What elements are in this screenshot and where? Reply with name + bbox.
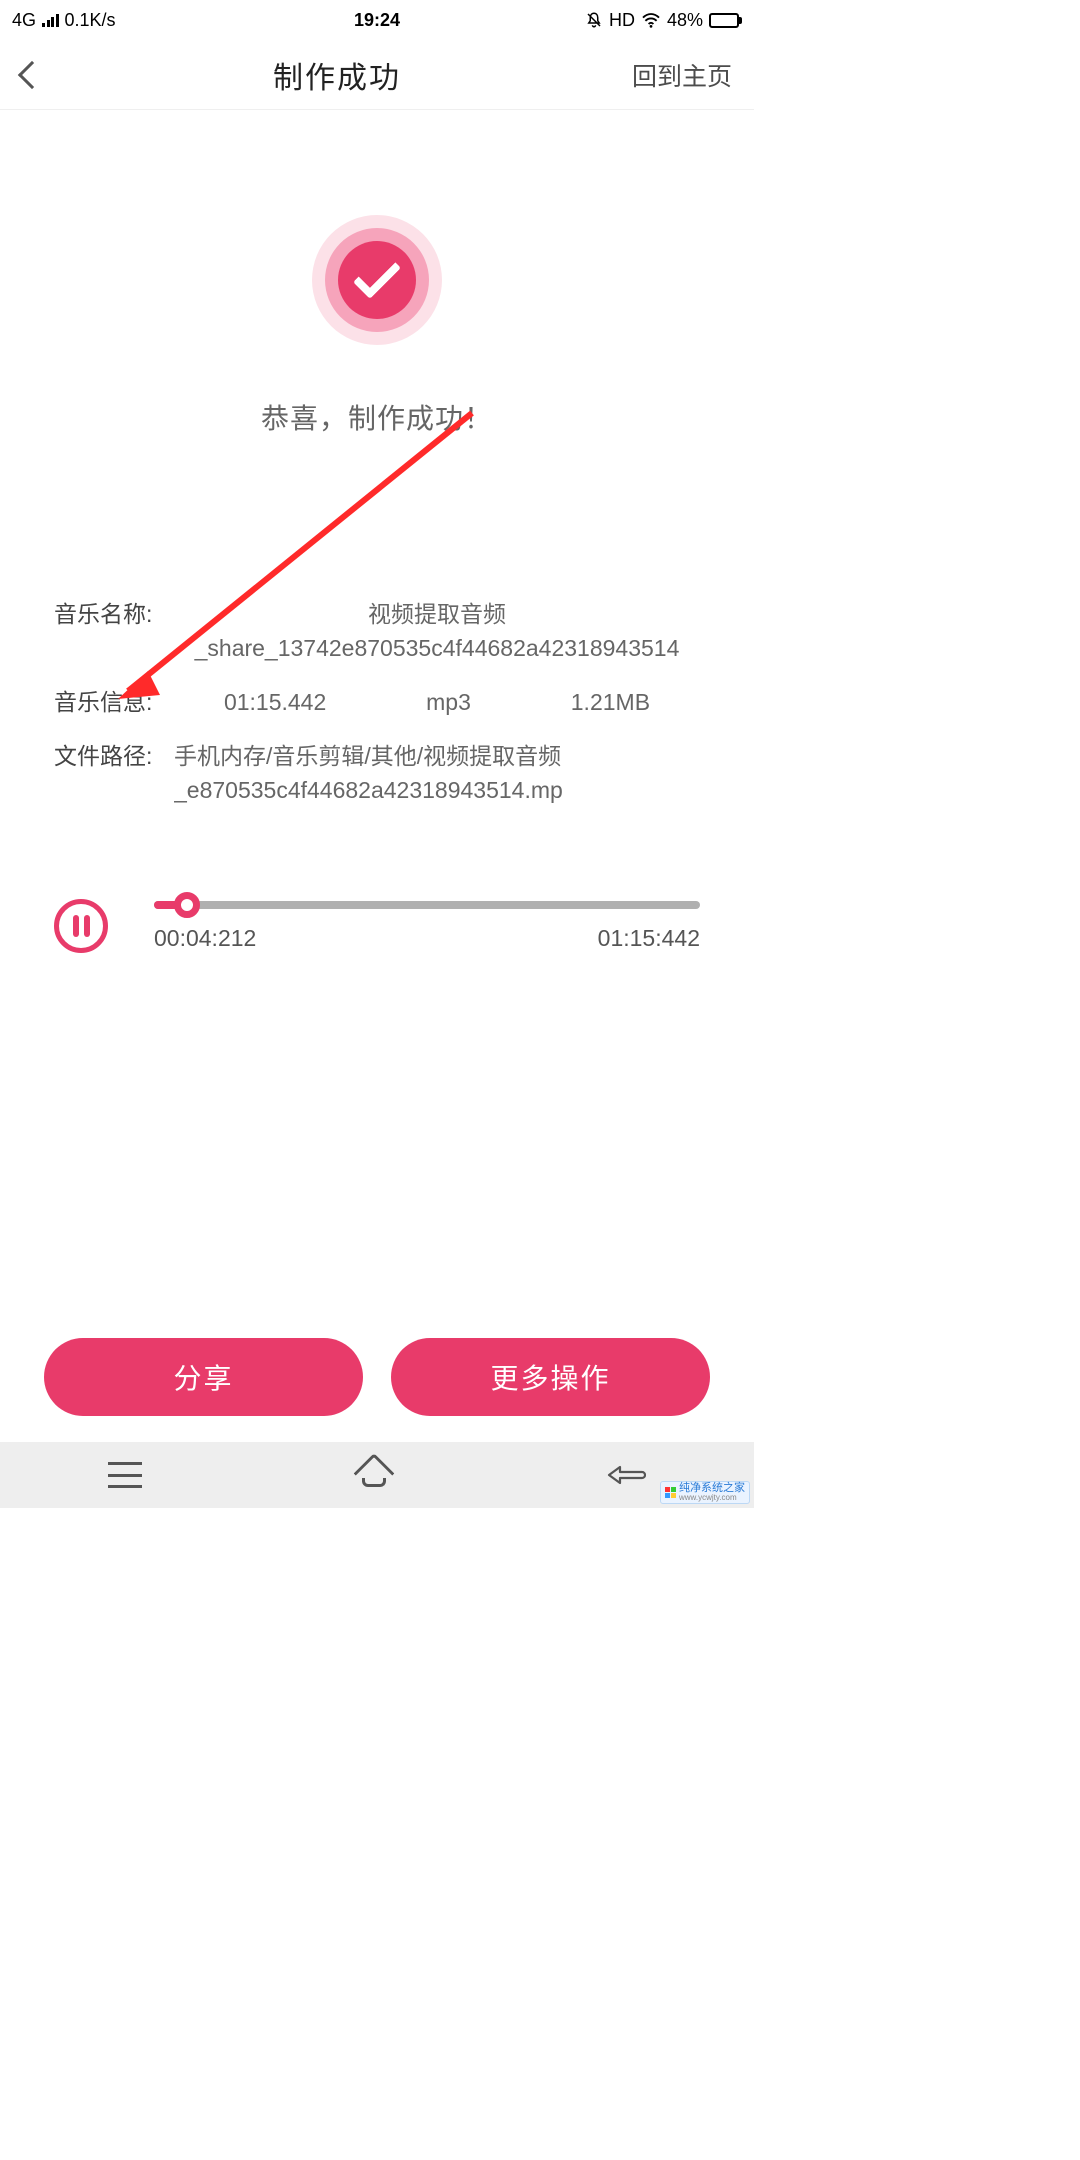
status-right: HD 48% xyxy=(585,10,742,31)
label-file-path: 文件路径: xyxy=(54,739,174,773)
watermark: 纯净系统之家 www.ycwjty.com xyxy=(660,1481,750,1504)
pause-button[interactable] xyxy=(54,899,108,953)
home-link[interactable]: 回到主页 xyxy=(632,57,732,93)
nav-recents-button[interactable] xyxy=(108,1462,142,1488)
signal-icon xyxy=(42,13,59,27)
hd-indicator: HD xyxy=(609,10,635,31)
bottom-actions: 分享 更多操作 xyxy=(0,1338,754,1416)
info-block: 音乐名称: 视频提取音频_share_13742e870535c4f44682a… xyxy=(0,597,754,807)
time-total: 01:15:442 xyxy=(598,925,700,952)
progress-thumb[interactable] xyxy=(174,892,200,918)
battery-icon xyxy=(709,13,742,28)
label-music-meta: 音乐信息: xyxy=(54,685,174,719)
value-duration: 01:15.442 xyxy=(224,685,326,719)
chevron-left-icon xyxy=(18,60,46,88)
network-type: 4G xyxy=(12,10,36,31)
status-left: 4G 0.1K/s xyxy=(12,10,116,31)
more-button[interactable]: 更多操作 xyxy=(391,1338,710,1416)
success-area: 恭喜，制作成功！ xyxy=(0,110,754,437)
app-header: 制作成功 回到主页 xyxy=(0,40,754,110)
pause-icon xyxy=(73,915,79,937)
progress-area: 00:04:212 01:15:442 xyxy=(154,901,700,952)
wifi-icon xyxy=(641,12,661,28)
mute-bell-icon xyxy=(585,11,603,29)
progress-slider[interactable] xyxy=(154,901,700,909)
battery-percent: 48% xyxy=(667,10,703,31)
pause-icon xyxy=(84,915,90,937)
row-music-name: 音乐名称: 视频提取音频_share_13742e870535c4f44682a… xyxy=(54,597,700,665)
row-file-path: 文件路径: 手机内存/音乐剪辑/其他/视频提取音频_e870535c4f4468… xyxy=(54,739,700,807)
nav-home-button[interactable] xyxy=(358,1463,390,1487)
check-icon xyxy=(353,251,401,299)
clock: 19:24 xyxy=(354,10,400,31)
network-speed: 0.1K/s xyxy=(65,10,116,31)
value-music-name: 视频提取音频_share_13742e870535c4f44682a423189… xyxy=(174,597,700,665)
time-current: 00:04:212 xyxy=(154,925,256,952)
value-format: mp3 xyxy=(426,685,471,719)
system-nav-bar xyxy=(0,1442,754,1508)
page-title: 制作成功 xyxy=(273,53,401,97)
label-music-name: 音乐名称: xyxy=(54,597,174,631)
audio-player: 00:04:212 01:15:442 xyxy=(0,899,754,953)
share-button[interactable]: 分享 xyxy=(44,1338,363,1416)
row-music-meta: 音乐信息: 01:15.442 mp3 1.21MB xyxy=(54,685,700,719)
nav-back-button[interactable] xyxy=(606,1465,646,1485)
watermark-icon xyxy=(665,1487,676,1498)
success-message: 恭喜，制作成功！ xyxy=(0,397,754,437)
value-file-path: 手机内存/音乐剪辑/其他/视频提取音频_e870535c4f44682a4231… xyxy=(174,739,700,807)
watermark-url: www.ycwjty.com xyxy=(679,1494,745,1502)
success-badge xyxy=(312,215,442,345)
status-bar: 4G 0.1K/s 19:24 HD 48% xyxy=(0,0,754,40)
back-button[interactable] xyxy=(22,65,42,85)
value-size: 1.21MB xyxy=(571,685,650,719)
